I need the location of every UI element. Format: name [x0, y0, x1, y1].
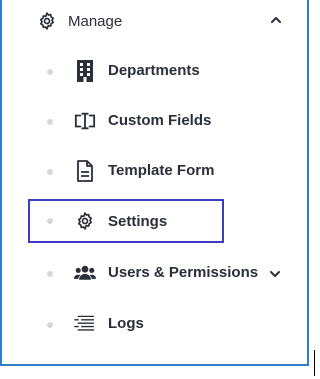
- list-icon: [74, 313, 96, 335]
- menu-item-template-form[interactable]: Template Form: [28, 151, 286, 191]
- bullet-dot: [47, 271, 53, 277]
- menu-item-label: Custom Fields: [108, 112, 212, 129]
- menu-item-users-permissions[interactable]: Users & Permissions: [28, 253, 286, 293]
- gear-icon: [36, 10, 58, 32]
- menu-item-label: Logs: [108, 315, 144, 332]
- bullet-dot: [47, 322, 53, 328]
- section-label: Manage: [68, 12, 123, 30]
- menu-item-label: Departments: [108, 62, 200, 79]
- bullet-dot: [47, 169, 53, 175]
- chevron-up-icon[interactable]: [269, 13, 283, 27]
- menu-item-label: Settings: [108, 213, 168, 230]
- sidebar-panel: Manage Departments Custom Fields Templat…: [0, 0, 309, 366]
- section-header-manage[interactable]: Manage: [36, 6, 291, 36]
- building-icon: [74, 60, 96, 82]
- chevron-down-icon[interactable]: [268, 267, 282, 281]
- menu-item-logs[interactable]: Logs: [28, 304, 286, 344]
- menu-item-label: Template Form: [108, 162, 215, 179]
- text-cursor: [314, 350, 315, 376]
- gear-icon: [74, 210, 96, 232]
- users-icon: [74, 262, 96, 284]
- menu-item-settings[interactable]: Settings: [28, 199, 224, 243]
- bullet-dot: [47, 119, 53, 125]
- text-cursor-icon: [74, 110, 96, 132]
- bullet-dot: [47, 218, 53, 224]
- document-icon: [74, 160, 96, 182]
- menu-item-custom-fields[interactable]: Custom Fields: [28, 101, 286, 141]
- bullet-dot: [47, 69, 53, 75]
- menu-item-departments[interactable]: Departments: [28, 51, 286, 91]
- menu-item-label: Users & Permissions: [108, 264, 259, 281]
